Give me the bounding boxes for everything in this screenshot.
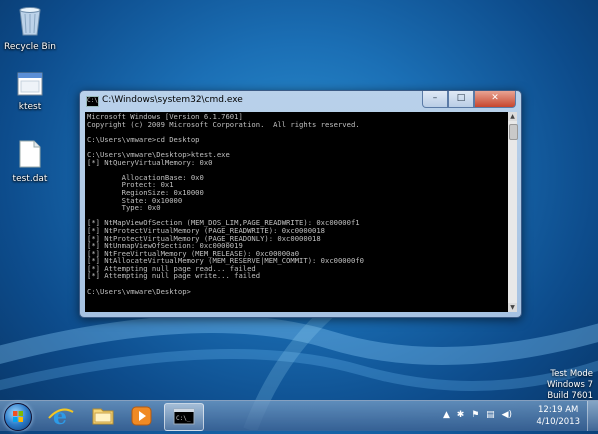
maximize-button[interactable]: □ xyxy=(448,91,474,108)
vertical-scrollbar[interactable]: ▲ ▼ xyxy=(508,112,518,312)
taskbar-windows-explorer[interactable] xyxy=(84,403,122,429)
application-icon xyxy=(17,72,43,96)
desktop-icon-ktest[interactable]: ktest xyxy=(0,72,60,112)
desktop-icon-label: ktest xyxy=(18,102,42,112)
desktop-icon-test-dat[interactable]: test.dat xyxy=(0,140,60,184)
caption-buttons: – □ ✕ xyxy=(422,91,516,108)
show-desktop-button[interactable] xyxy=(587,401,598,431)
network-icon[interactable]: ▤ xyxy=(486,410,495,420)
action-center-flag-icon[interactable]: ⚑ xyxy=(471,410,479,420)
svg-text:C:\_: C:\_ xyxy=(176,415,191,422)
watermark-line: Test Mode xyxy=(550,369,593,379)
taskbar-command-prompt[interactable]: C:\_ xyxy=(164,403,204,431)
desktop-icon-label: test.dat xyxy=(12,174,48,184)
close-button[interactable]: ✕ xyxy=(474,91,516,108)
command-prompt-icon: C:\_ xyxy=(173,408,195,425)
scroll-down-icon[interactable]: ▼ xyxy=(508,303,517,312)
windows-logo-icon xyxy=(13,411,23,422)
volume-icon[interactable]: ◀) xyxy=(502,410,512,420)
taskbar: e C:\_ ▲ ✱ ⚑ ▤ ◀) 12:19 AM 4/10/2013 xyxy=(0,400,598,431)
console-output[interactable]: Microsoft Windows [Version 6.1.7601] Cop… xyxy=(85,112,508,312)
svg-text:e: e xyxy=(53,404,67,429)
minimize-button[interactable]: – xyxy=(422,91,448,108)
console-text: Microsoft Windows [Version 6.1.7601] Cop… xyxy=(87,112,364,296)
scroll-up-icon[interactable]: ▲ xyxy=(508,112,517,121)
taskbar-clock[interactable]: 12:19 AM 4/10/2013 xyxy=(536,404,580,428)
internet-explorer-icon: e xyxy=(48,404,74,430)
cmd-window[interactable]: C:\ C:\Windows\system32\cmd.exe – □ ✕ Mi… xyxy=(79,90,522,318)
taskbar-media-player[interactable] xyxy=(123,403,161,429)
tray-icons: ▲ ✱ ⚑ ▤ ◀) xyxy=(439,410,512,420)
show-hidden-icons-icon[interactable]: ▲ xyxy=(443,410,450,420)
command-prompt-icon: C:\ xyxy=(86,96,99,107)
folder-icon xyxy=(92,408,114,425)
taskbar-internet-explorer[interactable]: e xyxy=(42,403,80,430)
bluetooth-icon[interactable]: ✱ xyxy=(457,410,465,420)
start-button[interactable] xyxy=(4,403,32,431)
window-title: C:\Windows\system32\cmd.exe xyxy=(102,95,243,105)
watermark-line: Windows 7 xyxy=(546,380,593,390)
desktop-icon-label: Recycle Bin xyxy=(4,42,56,52)
test-mode-watermark: Test Mode Windows 7 Build 7601 xyxy=(547,369,593,402)
scroll-thumb[interactable] xyxy=(509,124,518,140)
recycle-bin-icon xyxy=(19,7,41,36)
clock-time: 12:19 AM xyxy=(538,405,579,415)
clock-date: 4/10/2013 xyxy=(536,417,580,427)
file-icon xyxy=(19,140,41,168)
media-player-icon xyxy=(131,406,152,426)
desktop-icon-recycle-bin[interactable]: Recycle Bin xyxy=(0,4,60,52)
title-bar[interactable]: C:\ C:\Windows\system32\cmd.exe – □ ✕ xyxy=(80,91,521,111)
